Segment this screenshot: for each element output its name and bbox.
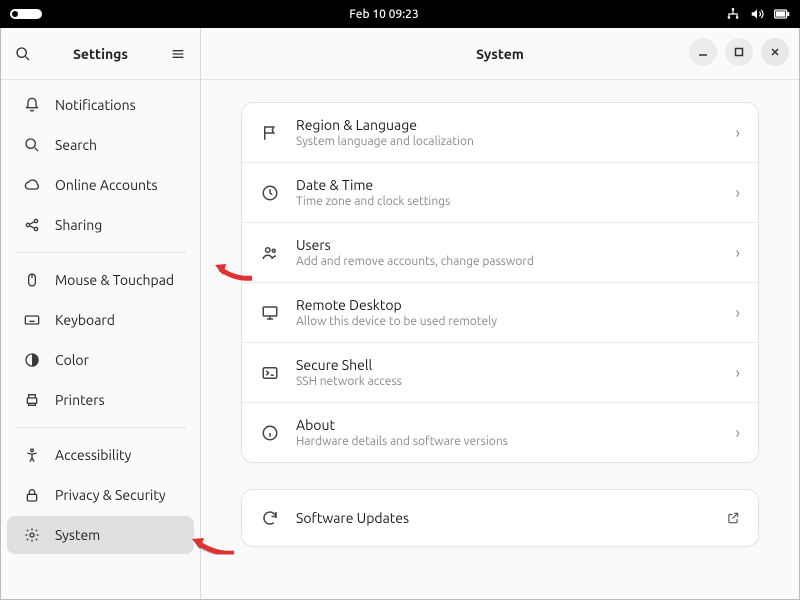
chevron-right-icon: › [736, 304, 741, 322]
sidebar-item-search[interactable]: Search [7, 126, 194, 164]
chevron-right-icon: › [736, 424, 741, 442]
row-date-time[interactable]: Date & Time Time zone and clock settings… [242, 162, 758, 222]
lock-icon [23, 486, 41, 504]
window-controls [689, 38, 789, 66]
sidebar-item-label: Accessibility [55, 447, 131, 463]
gear-icon [23, 526, 41, 544]
users-icon [260, 243, 280, 263]
sidebar-item-keyboard[interactable]: Keyboard [7, 301, 194, 339]
sidebar-title: Settings [73, 46, 128, 62]
sidebar-item-label: Printers [55, 392, 105, 408]
row-subtitle: Hardware details and software versions [296, 435, 720, 448]
clock-icon [260, 183, 280, 203]
sidebar: Settings Notifications Search [1, 28, 201, 599]
chevron-right-icon: › [736, 364, 741, 382]
maximize-button[interactable] [725, 38, 753, 66]
system-rows-card: Region & Language System language and lo… [241, 102, 759, 463]
main-pane: System Regio [201, 28, 799, 599]
chevron-right-icon: › [736, 124, 741, 142]
activities-pill[interactable] [10, 9, 42, 19]
sidebar-item-sharing[interactable]: Sharing [7, 206, 194, 244]
sidebar-item-label: Privacy & Security [55, 487, 166, 503]
printer-icon [23, 391, 41, 409]
sidebar-item-label: Color [55, 352, 89, 368]
accessibility-icon [23, 446, 41, 464]
sidebar-item-color[interactable]: Color [7, 341, 194, 379]
refresh-icon [260, 508, 280, 528]
minimize-button[interactable] [689, 38, 717, 66]
external-link-icon [726, 511, 740, 525]
software-updates-card: Software Updates [241, 489, 759, 547]
sidebar-item-printers[interactable]: Printers [7, 381, 194, 419]
row-title: Date & Time [296, 177, 720, 193]
sidebar-header: Settings [1, 28, 200, 80]
sidebar-separator [15, 252, 186, 253]
network-icon[interactable] [726, 7, 740, 21]
row-subtitle: SSH network access [296, 375, 720, 388]
close-button[interactable] [761, 38, 789, 66]
row-title: Region & Language [296, 117, 720, 133]
row-subtitle: Time zone and clock settings [296, 195, 720, 208]
magnify-icon [23, 136, 41, 154]
volume-icon[interactable] [750, 7, 764, 21]
sidebar-item-label: Notifications [55, 97, 136, 113]
row-subtitle: System language and localization [296, 135, 720, 148]
topbar-datetime[interactable]: Feb 10 09:23 [349, 8, 418, 21]
sidebar-item-label: Online Accounts [55, 177, 158, 193]
battery-icon[interactable] [774, 7, 790, 21]
sidebar-item-privacy[interactable]: Privacy & Security [7, 476, 194, 514]
row-subtitle: Allow this device to be used remotely [296, 315, 720, 328]
sidebar-item-label: Mouse & Touchpad [55, 272, 174, 288]
sidebar-item-notifications[interactable]: Notifications [7, 86, 194, 124]
settings-window: Settings Notifications Search [0, 28, 800, 600]
share-icon [23, 216, 41, 234]
keyboard-icon [23, 311, 41, 329]
row-remote-desktop[interactable]: Remote Desktop Allow this device to be u… [242, 282, 758, 342]
main-header: System [201, 28, 799, 80]
cloud-icon [23, 176, 41, 194]
content-area: Region & Language System language and lo… [201, 80, 799, 569]
page-title: System [476, 46, 524, 62]
mouse-icon [23, 271, 41, 289]
sidebar-separator [15, 427, 186, 428]
sidebar-item-accessibility[interactable]: Accessibility [7, 436, 194, 474]
sidebar-item-label: System [55, 527, 100, 543]
hamburger-icon[interactable] [168, 44, 188, 64]
row-title: About [296, 417, 720, 433]
color-icon [23, 351, 41, 369]
sidebar-item-label: Keyboard [55, 312, 115, 328]
row-secure-shell[interactable]: Secure Shell SSH network access › [242, 342, 758, 402]
terminal-icon [260, 363, 280, 383]
row-title: Software Updates [296, 510, 710, 526]
row-title: Secure Shell [296, 357, 720, 373]
row-subtitle: Add and remove accounts, change password [296, 255, 720, 268]
system-topbar: Feb 10 09:23 [0, 0, 800, 28]
flag-icon [260, 123, 280, 143]
sidebar-item-label: Search [55, 137, 97, 153]
sidebar-item-online-accounts[interactable]: Online Accounts [7, 166, 194, 204]
chevron-right-icon: › [736, 244, 741, 262]
sidebar-list: Notifications Search Online Accounts Sha… [1, 80, 200, 562]
remote-desktop-icon [260, 303, 280, 323]
row-region-language[interactable]: Region & Language System language and lo… [242, 103, 758, 162]
row-about[interactable]: About Hardware details and software vers… [242, 402, 758, 462]
info-icon [260, 423, 280, 443]
sidebar-item-label: Sharing [55, 217, 102, 233]
row-title: Users [296, 237, 720, 253]
bell-icon [23, 96, 41, 114]
row-software-updates[interactable]: Software Updates [242, 490, 758, 546]
row-users[interactable]: Users Add and remove accounts, change pa… [242, 222, 758, 282]
row-title: Remote Desktop [296, 297, 720, 313]
chevron-right-icon: › [736, 184, 741, 202]
sidebar-item-system[interactable]: System [7, 516, 194, 554]
sidebar-item-mouse[interactable]: Mouse & Touchpad [7, 261, 194, 299]
search-icon[interactable] [13, 44, 33, 64]
